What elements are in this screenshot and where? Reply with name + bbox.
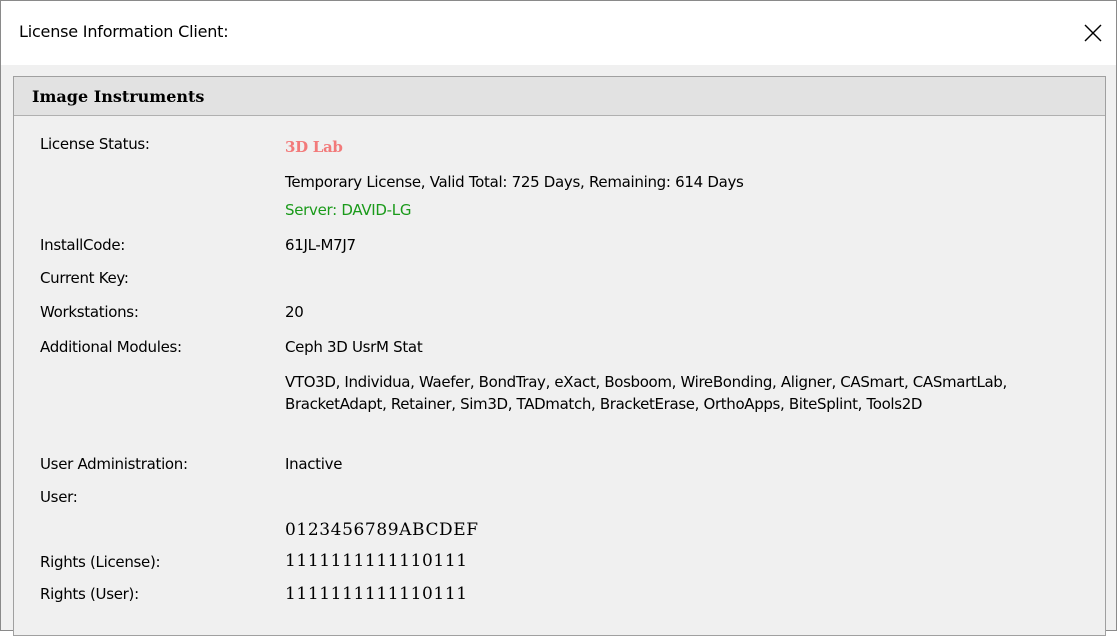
additional-modules-label: Additional Modules: bbox=[40, 338, 182, 356]
rights-license-label: Rights (License): bbox=[40, 553, 161, 571]
current-key-label: Current Key: bbox=[40, 269, 129, 287]
license-info-window: License Information Client: Image Instru… bbox=[0, 0, 1117, 636]
install-code-value: 61JL-M7J7 bbox=[285, 236, 356, 254]
rights-user-label: Rights (User): bbox=[40, 585, 139, 603]
rights-user-value: 1111111111110111 bbox=[285, 584, 468, 604]
install-code-label: InstallCode: bbox=[40, 236, 126, 254]
additional-modules-value: Ceph 3D UsrM Stat bbox=[285, 338, 423, 356]
rights-header: 0123456789ABCDEF bbox=[285, 520, 479, 540]
modules-list: VTO3D, Individua, Waefer, BondTray, eXac… bbox=[285, 373, 1007, 413]
user-admin-label: User Administration: bbox=[40, 455, 188, 473]
close-icon bbox=[1084, 24, 1102, 42]
server-name: Server: DAVID-LG bbox=[285, 201, 412, 219]
license-name: 3D Lab bbox=[285, 138, 343, 156]
panel-header: Image Instruments bbox=[14, 77, 1105, 116]
user-admin-value: Inactive bbox=[285, 455, 343, 473]
panel-title: Image Instruments bbox=[32, 87, 205, 106]
rights-license-value: 1111111111110111 bbox=[285, 551, 468, 571]
title-bar: License Information Client: bbox=[1, 1, 1116, 65]
workstations-value: 20 bbox=[285, 303, 304, 321]
license-detail: Temporary License, Valid Total: 725 Days… bbox=[285, 173, 744, 191]
workstations-label: Workstations: bbox=[40, 303, 139, 321]
window-title: License Information Client: bbox=[19, 22, 229, 41]
close-button[interactable] bbox=[1070, 1, 1116, 65]
user-label: User: bbox=[40, 488, 78, 506]
license-status-label: License Status: bbox=[40, 135, 150, 153]
license-panel: Image Instruments License Status: 3D Lab… bbox=[13, 76, 1106, 636]
